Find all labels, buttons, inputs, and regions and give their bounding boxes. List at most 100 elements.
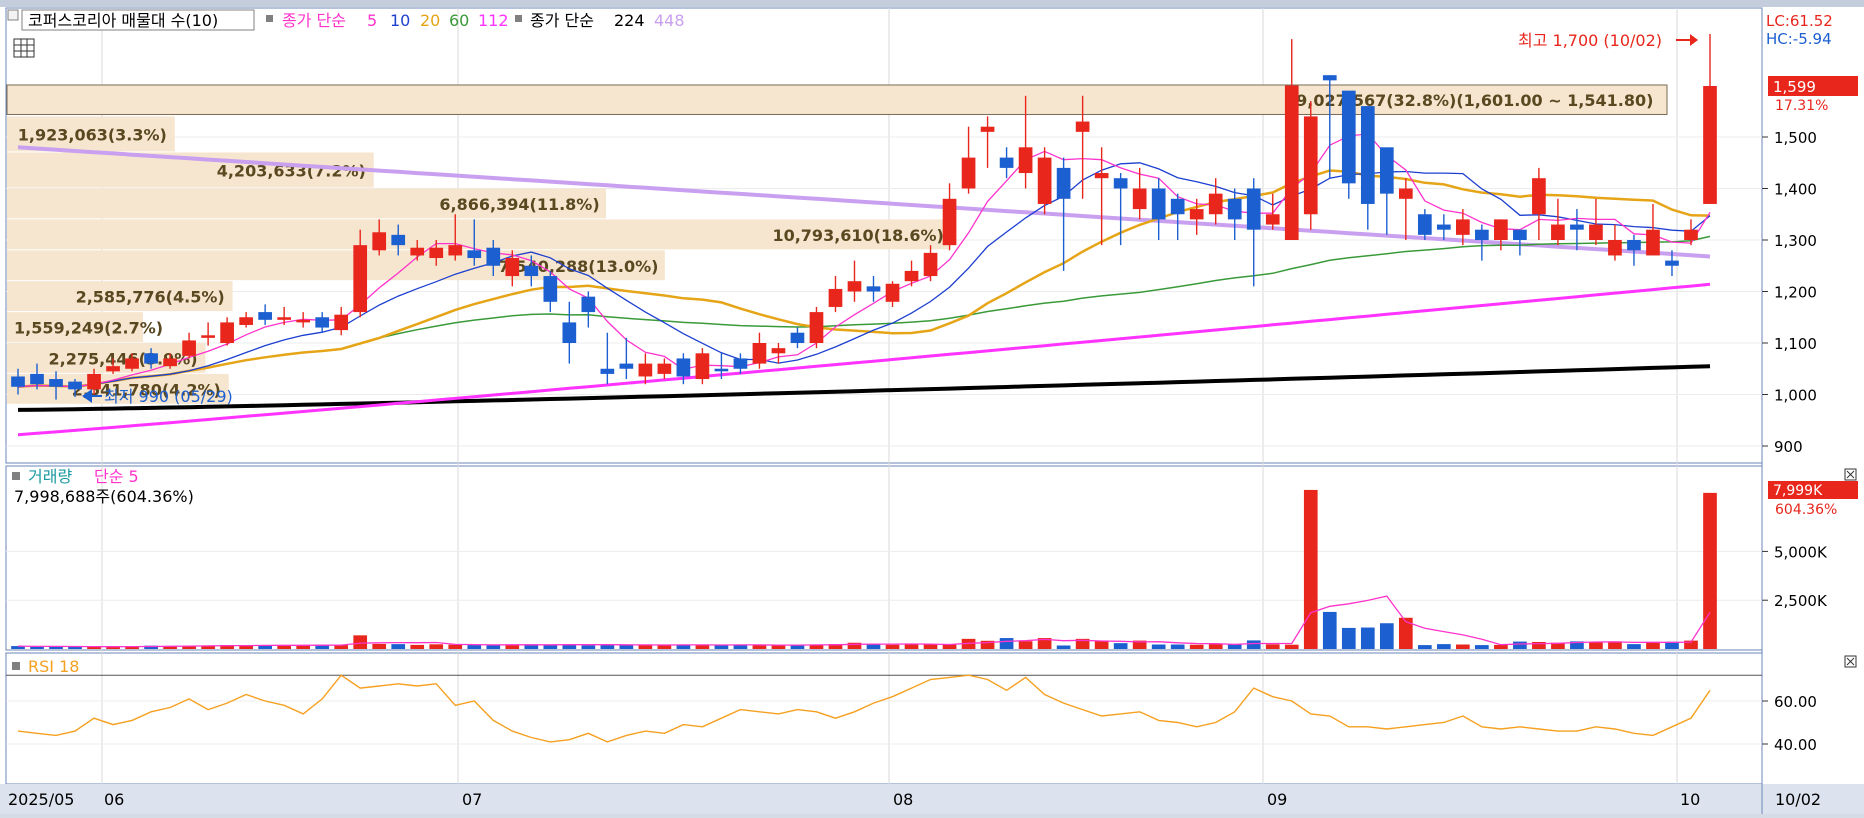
- price-tick-label: 1,500: [1774, 129, 1817, 147]
- volume-bar: [1379, 623, 1394, 649]
- candle-body: [1646, 229, 1660, 256]
- candle-body: [87, 373, 101, 390]
- price-tick-label: 1,200: [1774, 284, 1817, 302]
- price-tick-label: 1,400: [1774, 181, 1817, 199]
- volume-bar: [1494, 644, 1508, 649]
- candle-body: [239, 317, 253, 325]
- candle-body: [125, 358, 139, 369]
- ma448-legend: 448: [654, 11, 685, 30]
- volume-bar: [1436, 644, 1451, 649]
- candle-body: [372, 232, 387, 251]
- candle-body: [1627, 240, 1641, 251]
- volume-panel[interactable]: [5, 465, 1763, 651]
- volume-bar: [1246, 640, 1261, 649]
- volume-bar: [353, 635, 368, 649]
- rsi-panel[interactable]: [5, 652, 1763, 785]
- volume-bar: [1398, 617, 1413, 649]
- candle-body: [1227, 198, 1242, 220]
- volume-bar: [1151, 644, 1166, 649]
- ma112-legend: 112: [478, 11, 509, 30]
- candle-body: [1551, 224, 1565, 240]
- profile-label: 19,027,567(32.8%)(1,601.00 ~ 1,541.80): [1285, 91, 1653, 110]
- candle-body: [49, 379, 63, 387]
- volume-bar: [1589, 642, 1603, 649]
- low-annotation: 최저 990 (05/29): [104, 387, 233, 406]
- profile-label: 6,866,394(11.8%): [439, 195, 599, 214]
- volume-bar: [1417, 645, 1432, 649]
- volume-tick-label: 2,500K: [1774, 592, 1828, 610]
- volume-bar: [1208, 644, 1223, 649]
- chart-window: 19,027,567(32.8%)(1,601.00 ~ 1,541.80) 1,…: [0, 0, 1864, 814]
- candle-body: [201, 335, 215, 338]
- candle-body: [771, 348, 786, 354]
- price-tick-label: 1,100: [1774, 335, 1817, 353]
- x-label-06: 06: [104, 790, 124, 809]
- candle-body: [714, 368, 729, 372]
- candle-body: [1018, 147, 1033, 174]
- candle-body: [1475, 229, 1489, 240]
- stock-chart[interactable]: 19,027,567(32.8%)(1,601.00 ~ 1,541.80) 1,…: [0, 0, 1864, 814]
- candle-body: [980, 126, 995, 132]
- candle-body: [1665, 260, 1679, 266]
- axes: 1,500 1,400 1,300 1,200 1,100 1,000 900 5,000K 2…: [1762, 129, 1828, 754]
- current-change-label: 17.31%: [1775, 98, 1828, 114]
- candle-body: [1322, 75, 1337, 81]
- candle-body: [1094, 173, 1109, 179]
- volume-close-icon[interactable]: [1844, 468, 1857, 481]
- candle-body: [410, 247, 425, 256]
- volume-bar: [1303, 489, 1318, 649]
- candle-body: [448, 245, 463, 256]
- candle-body: [733, 358, 748, 369]
- high-annotation: 최고 1,700 (10/02): [1518, 31, 1662, 50]
- candle-body: [1360, 106, 1375, 204]
- volume-bar: [429, 644, 444, 649]
- candle-body: [1589, 224, 1603, 240]
- volume-bar: [1189, 644, 1204, 649]
- table-icon[interactable]: [13, 38, 35, 58]
- candle-body: [1532, 178, 1546, 215]
- candle-body: [809, 312, 824, 343]
- current-price-label: 1,599: [1773, 78, 1816, 96]
- ma-legend-label: 종가 단순: [282, 11, 346, 30]
- candle-body: [467, 250, 482, 259]
- candle-body: [1265, 214, 1280, 225]
- candle-body: [1684, 229, 1698, 240]
- candle-body: [600, 368, 615, 374]
- volume-bar: [543, 644, 558, 649]
- legend-collapse-box[interactable]: [7, 9, 19, 21]
- volume-bar: [581, 645, 596, 649]
- candle-body: [182, 340, 196, 356]
- volume-bar: [1646, 642, 1660, 649]
- volume-bar: [1513, 641, 1527, 649]
- candle-body: [543, 276, 558, 302]
- volume-bar: [657, 645, 672, 649]
- candle-body: [1379, 147, 1394, 194]
- volume-bar: [885, 644, 900, 649]
- candle-body: [1151, 188, 1166, 220]
- candle-body: [866, 286, 881, 292]
- candle-body: [828, 288, 843, 307]
- candle-body: [1456, 219, 1470, 235]
- volume-bar: [1170, 644, 1185, 649]
- candle-body: [106, 366, 120, 372]
- candle-body: [315, 317, 330, 328]
- volume-bar: [942, 644, 957, 649]
- candle-body: [638, 363, 653, 377]
- volume-bar: [619, 644, 634, 649]
- volume-bar: [1265, 644, 1280, 649]
- candle-body: [1208, 193, 1223, 215]
- volume-bar: [372, 643, 387, 649]
- candle-body: [524, 265, 539, 277]
- ma224-legend: 224: [614, 11, 645, 30]
- candle-body: [562, 322, 577, 343]
- x-label-09: 09: [1267, 790, 1287, 809]
- stock-legend-label: 코퍼스코리아 매물대 수(10): [28, 11, 218, 30]
- x-label-last-date: 10/02: [1775, 790, 1821, 809]
- rsi-close-icon[interactable]: [1844, 655, 1857, 668]
- volume-bar: [1284, 644, 1299, 649]
- rsi-legend-label: RSI 18: [28, 657, 79, 676]
- volume-bar: [1703, 492, 1717, 649]
- ma20-legend: 20: [420, 11, 440, 30]
- volume-legend-bullet-icon: [12, 472, 20, 480]
- candle-body: [752, 343, 767, 364]
